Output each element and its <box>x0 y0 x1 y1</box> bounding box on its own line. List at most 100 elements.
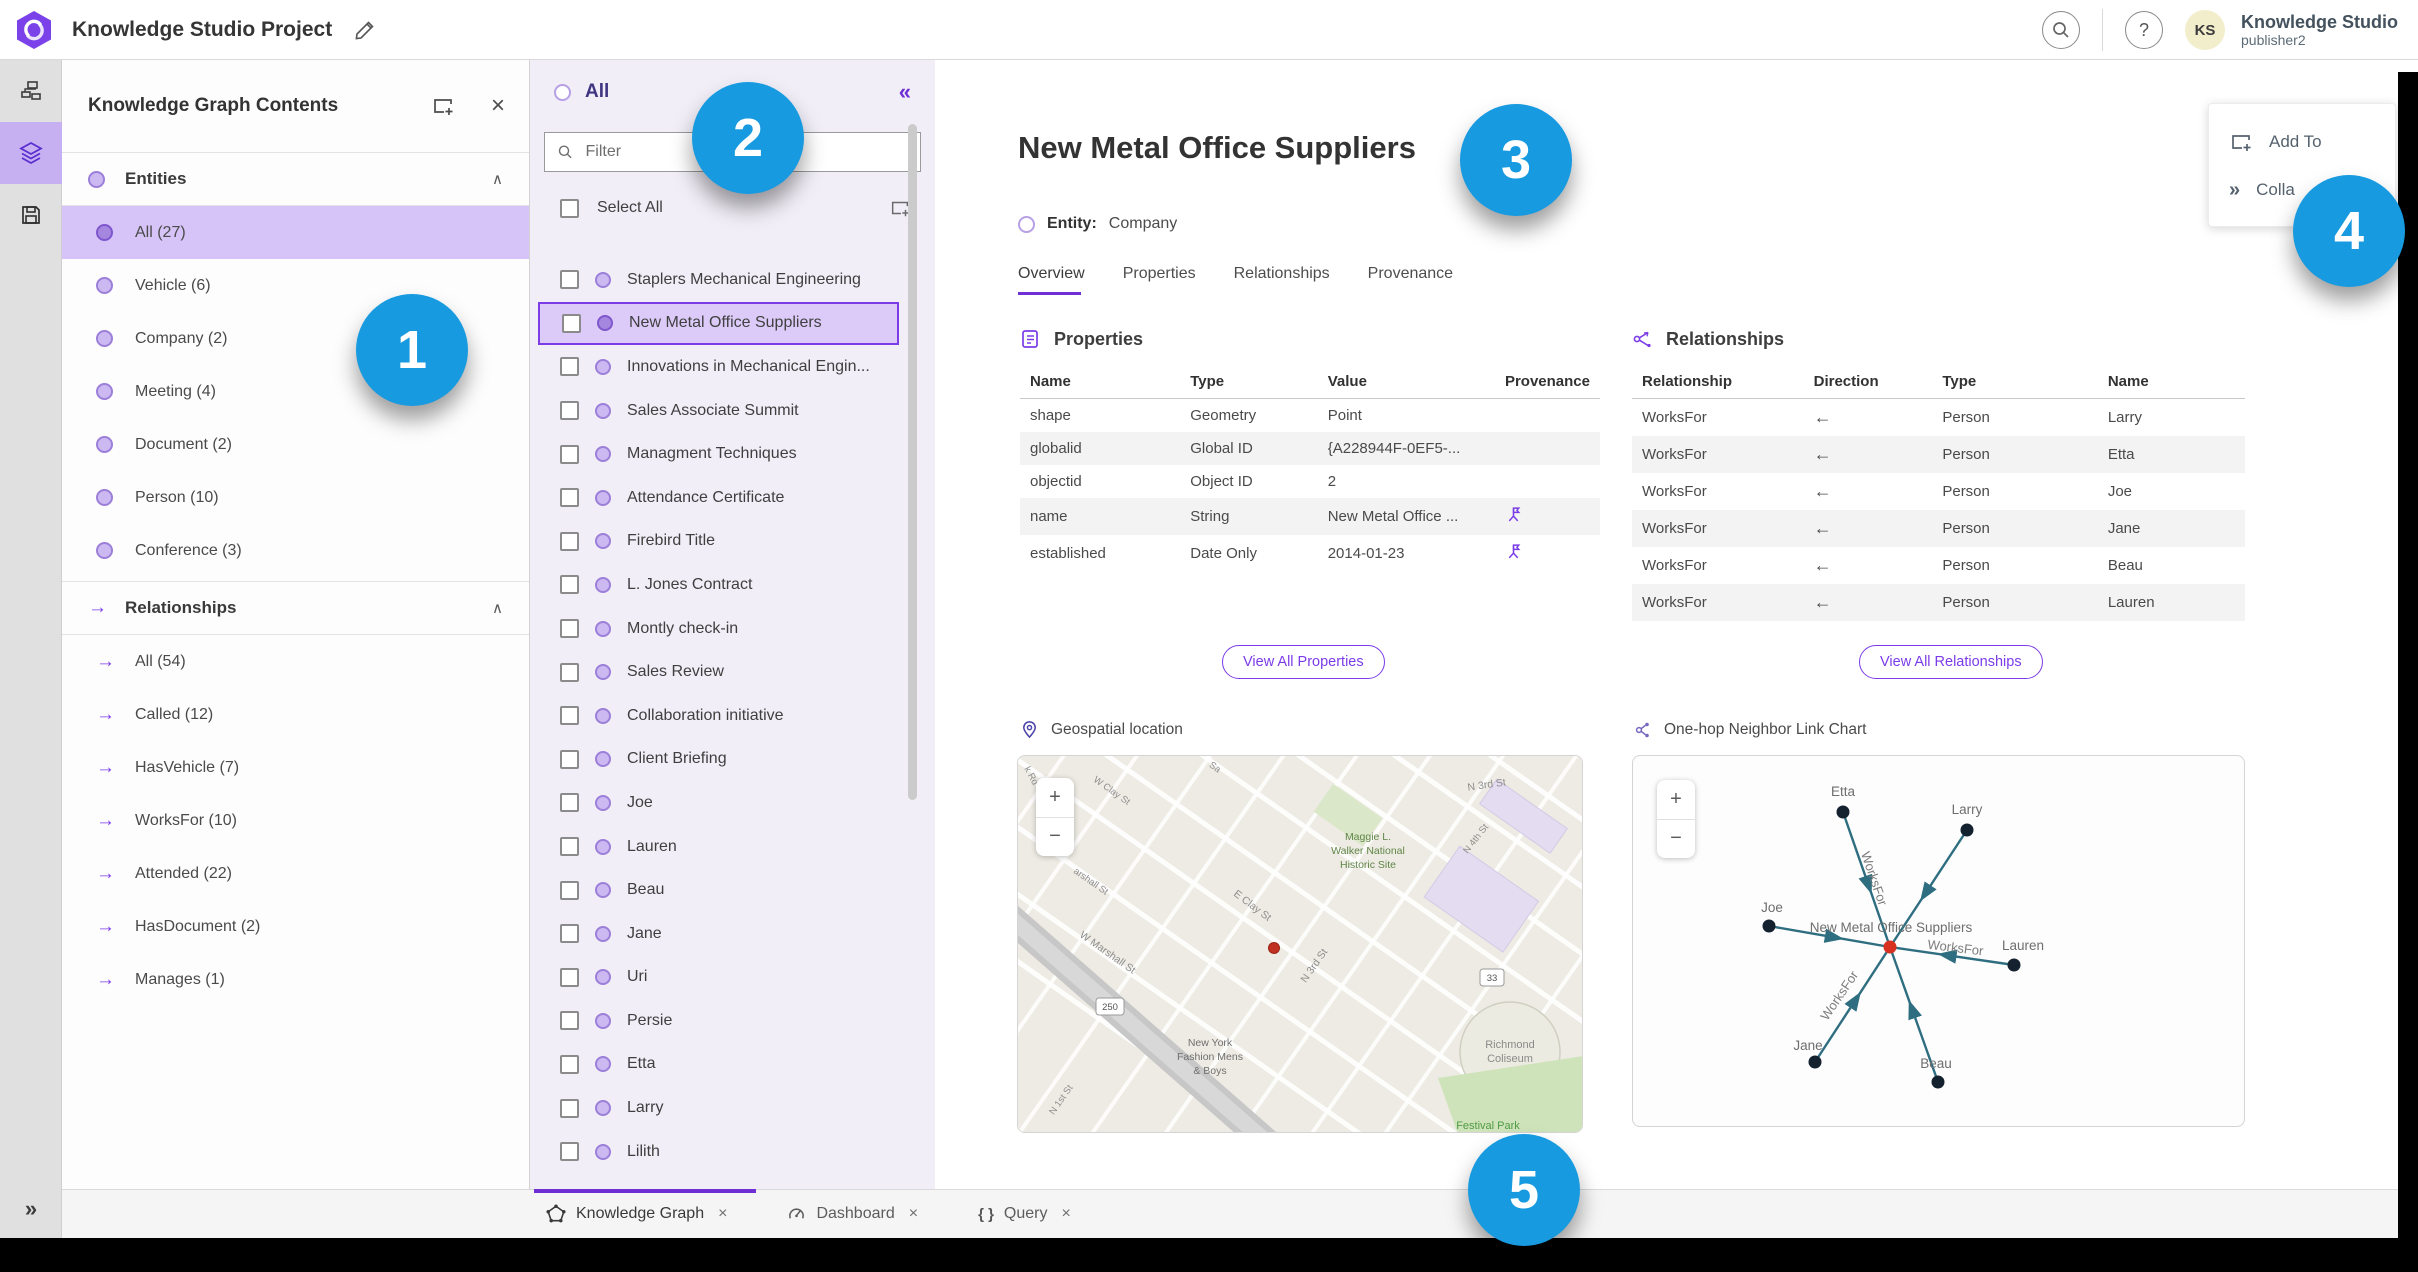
close-tab-icon[interactable]: × <box>909 1205 918 1223</box>
item-checkbox[interactable] <box>560 619 579 639</box>
list-item[interactable]: Beau <box>530 868 935 912</box>
tab-query[interactable]: { } Query × <box>978 1205 1071 1223</box>
node-larry[interactable] <box>1960 823 1974 837</box>
relationship-row[interactable]: WorksFor ← Person Beau <box>1632 547 2245 584</box>
item-checkbox[interactable] <box>560 1098 579 1118</box>
item-checkbox[interactable] <box>560 357 579 377</box>
map-canvas[interactable]: k Rd Sa W Clay St E Clay St arshall St W… <box>1018 756 1583 1133</box>
save-button[interactable] <box>0 184 62 246</box>
relationship-row[interactable]: WorksFor ← Person Jane <box>1632 510 2245 547</box>
relationships-section-header[interactable]: → Relationships ∧ <box>62 581 529 635</box>
node-lauren[interactable] <box>2007 958 2021 972</box>
list-item[interactable]: Managment Techniques <box>530 432 935 476</box>
zoom-out-button[interactable]: − <box>1036 818 1074 857</box>
list-scrollbar[interactable] <box>908 124 917 800</box>
geospatial-map[interactable]: k Rd Sa W Clay St E Clay St arshall St W… <box>1017 755 1583 1133</box>
list-item[interactable]: Sales Associate Summit <box>530 389 935 433</box>
provenance-flag-icon[interactable] <box>1505 506 1522 523</box>
list-item[interactable]: Innovations in Mechanical Engin... <box>530 345 935 389</box>
tab-knowledge-graph[interactable]: Knowledge Graph × <box>546 1204 727 1224</box>
avatar[interactable]: KS <box>2185 10 2225 50</box>
relationship-link[interactable]: WorksFor <box>1632 584 1804 621</box>
entity-filter-document[interactable]: Document (2) <box>62 418 529 471</box>
list-item[interactable]: Firebird Title <box>530 520 935 564</box>
item-checkbox[interactable] <box>560 706 579 726</box>
list-item[interactable]: Client Briefing <box>530 738 935 782</box>
rel-filter-hasvehicle[interactable]: → HasVehicle (7) <box>62 741 529 794</box>
list-item[interactable]: Sales Review <box>530 650 935 694</box>
collapse-panel-icon[interactable]: « <box>899 79 911 105</box>
entity-link[interactable]: Etta <box>2097 436 2245 473</box>
item-checkbox[interactable] <box>560 444 579 464</box>
item-checkbox[interactable] <box>560 662 579 682</box>
relationship-link[interactable]: WorksFor <box>1632 436 1804 473</box>
rel-filter-called[interactable]: → Called (12) <box>62 688 529 741</box>
expand-rail-button[interactable]: » <box>0 1196 62 1222</box>
node-joe[interactable] <box>1762 919 1776 933</box>
item-checkbox[interactable] <box>560 837 579 857</box>
entities-section-header[interactable]: Entities ∧ <box>62 152 529 206</box>
node-beau[interactable] <box>1931 1075 1945 1089</box>
rel-filter-worksfor[interactable]: → WorksFor (10) <box>62 794 529 847</box>
list-item[interactable]: Lauren <box>530 825 935 869</box>
item-checkbox[interactable] <box>562 313 581 333</box>
list-item[interactable]: L. Jones Contract <box>530 563 935 607</box>
collapse-relationships-icon[interactable]: ∧ <box>492 599 503 617</box>
property-row[interactable]: globalid Global ID {A228944F-0EF5-... <box>1020 432 1600 465</box>
list-item[interactable]: Jane <box>530 912 935 956</box>
list-item[interactable]: Collaboration initiative <box>530 694 935 738</box>
contents-button[interactable] <box>0 122 62 184</box>
item-checkbox[interactable] <box>560 1011 579 1031</box>
relationship-link[interactable]: WorksFor <box>1632 399 1804 437</box>
entity-filter-person[interactable]: Person (10) <box>62 471 529 524</box>
item-checkbox[interactable] <box>560 1142 579 1162</box>
relationship-row[interactable]: WorksFor ← Person Etta <box>1632 436 2245 473</box>
node-jane[interactable] <box>1808 1055 1822 1069</box>
view-all-relationships-button[interactable]: View All Relationships <box>1859 645 2043 679</box>
entity-link[interactable]: Lauren <box>2097 584 2245 621</box>
close-panel-icon[interactable]: × <box>491 94 505 118</box>
select-all-checkbox[interactable] <box>560 198 579 218</box>
tab-dashboard[interactable]: Dashboard × <box>787 1205 918 1224</box>
rel-filter-manages[interactable]: → Manages (1) <box>62 953 529 1006</box>
relationship-link[interactable]: WorksFor <box>1632 510 1804 547</box>
tab-overview[interactable]: Overview <box>1018 265 1085 295</box>
property-row[interactable]: established Date Only 2014-01-23 <box>1020 535 1600 572</box>
property-row[interactable]: shape Geometry Point <box>1020 399 1600 433</box>
relationship-row[interactable]: WorksFor ← Person Joe <box>1632 473 2245 510</box>
entity-filter-conference[interactable]: Conference (3) <box>62 524 529 577</box>
add-to-new-icon[interactable] <box>431 94 455 118</box>
item-checkbox[interactable] <box>560 575 579 595</box>
entity-link[interactable]: Joe <box>2098 473 2245 510</box>
list-item[interactable]: Attendance Certificate <box>530 476 935 520</box>
tab-properties[interactable]: Properties <box>1123 265 1196 295</box>
item-checkbox[interactable] <box>560 270 579 290</box>
entity-link[interactable]: Larry <box>2098 399 2245 437</box>
provenance-flag-icon[interactable] <box>1505 543 1522 560</box>
list-item[interactable]: Staplers Mechanical Engineering <box>530 258 935 302</box>
entity-link[interactable]: Jane <box>2097 510 2245 547</box>
item-checkbox[interactable] <box>560 1054 579 1074</box>
item-checkbox[interactable] <box>560 793 579 813</box>
relationship-row[interactable]: WorksFor ← Person Larry <box>1632 399 2245 437</box>
close-tab-icon[interactable]: × <box>718 1205 727 1223</box>
zoom-out-button[interactable]: − <box>1657 820 1695 859</box>
one-hop-link-chart[interactable]: Etta Larry Joe Lauren Jane Beau New Meta… <box>1632 755 2245 1127</box>
help-button[interactable]: ? <box>2125 11 2163 49</box>
add-to-menu-item[interactable]: Add To <box>2209 118 2395 166</box>
item-checkbox[interactable] <box>560 488 579 508</box>
link-chart-canvas[interactable]: Etta Larry Joe Lauren Jane Beau New Meta… <box>1633 756 2245 1127</box>
rel-filter-all[interactable]: → All (54) <box>62 635 529 688</box>
item-checkbox[interactable] <box>560 401 579 421</box>
item-checkbox[interactable] <box>560 880 579 900</box>
entity-link[interactable]: Beau <box>2098 547 2245 584</box>
edit-title-icon[interactable] <box>354 19 376 41</box>
relationship-row[interactable]: WorksFor ← Person Lauren <box>1632 584 2245 621</box>
relationship-link[interactable]: WorksFor <box>1632 473 1804 510</box>
relationship-link[interactable]: WorksFor <box>1632 547 1804 584</box>
node-center[interactable] <box>1883 940 1897 954</box>
close-tab-icon[interactable]: × <box>1061 1205 1070 1223</box>
item-checkbox[interactable] <box>560 967 579 987</box>
rel-filter-hasdocument[interactable]: → HasDocument (2) <box>62 900 529 953</box>
entity-filter-all[interactable]: All (27) <box>62 206 529 259</box>
